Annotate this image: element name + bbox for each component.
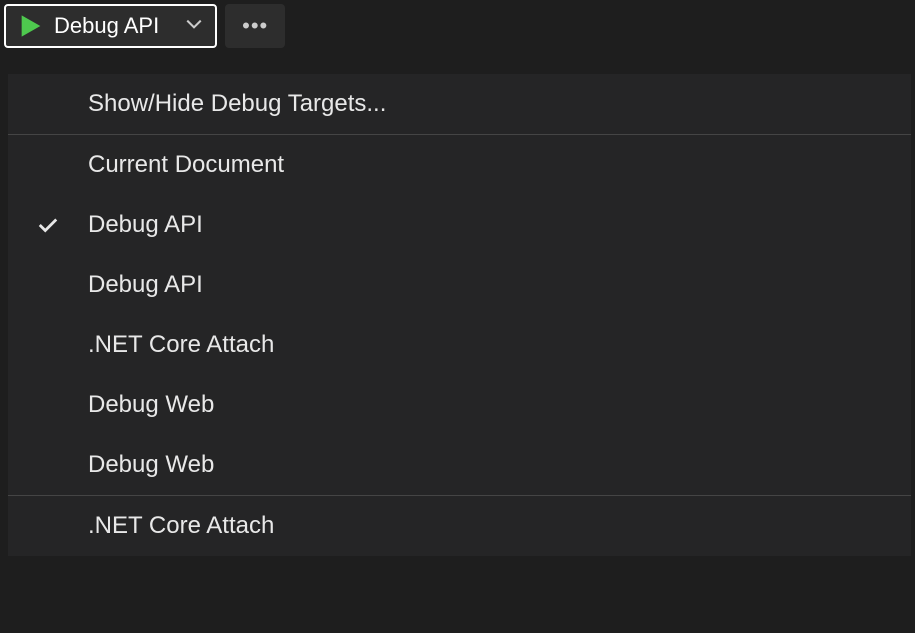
check-icon: [37, 214, 59, 236]
menu-item-label: .NET Core Attach: [88, 512, 911, 540]
menu-item-label: Current Document: [88, 151, 911, 179]
debug-target-dropdown-button[interactable]: [173, 9, 215, 44]
menu-item-show-hide-targets[interactable]: Show/Hide Debug Targets...: [8, 74, 911, 134]
start-debug-button[interactable]: Debug API: [6, 7, 173, 45]
debug-target-label: Debug API: [54, 13, 159, 39]
debug-target-button-group: Debug API: [4, 4, 217, 48]
debug-targets-menu: Show/Hide Debug Targets... Current Docum…: [8, 74, 911, 556]
menu-item-debug-web-2[interactable]: Debug Web: [8, 435, 911, 495]
menu-item-net-core-attach-2[interactable]: .NET Core Attach: [8, 496, 911, 556]
toolbar: Debug API •••: [0, 0, 915, 52]
play-icon: [20, 14, 42, 38]
menu-item-debug-web[interactable]: Debug Web: [8, 375, 911, 435]
menu-check-column: [8, 214, 88, 236]
more-horizontal-icon: •••: [242, 13, 268, 39]
menu-item-label: Debug API: [88, 271, 911, 299]
menu-item-net-core-attach[interactable]: .NET Core Attach: [8, 315, 911, 375]
menu-item-label: Debug API: [88, 211, 911, 239]
chevron-down-icon: [185, 15, 203, 38]
menu-item-label: .NET Core Attach: [88, 331, 911, 359]
menu-item-current-document[interactable]: Current Document: [8, 135, 911, 195]
menu-item-debug-api[interactable]: Debug API: [8, 195, 911, 255]
menu-item-label: Debug Web: [88, 391, 911, 419]
menu-item-label: Show/Hide Debug Targets...: [88, 90, 911, 118]
menu-item-debug-api-2[interactable]: Debug API: [8, 255, 911, 315]
more-options-button[interactable]: •••: [225, 4, 285, 48]
menu-item-label: Debug Web: [88, 451, 911, 479]
